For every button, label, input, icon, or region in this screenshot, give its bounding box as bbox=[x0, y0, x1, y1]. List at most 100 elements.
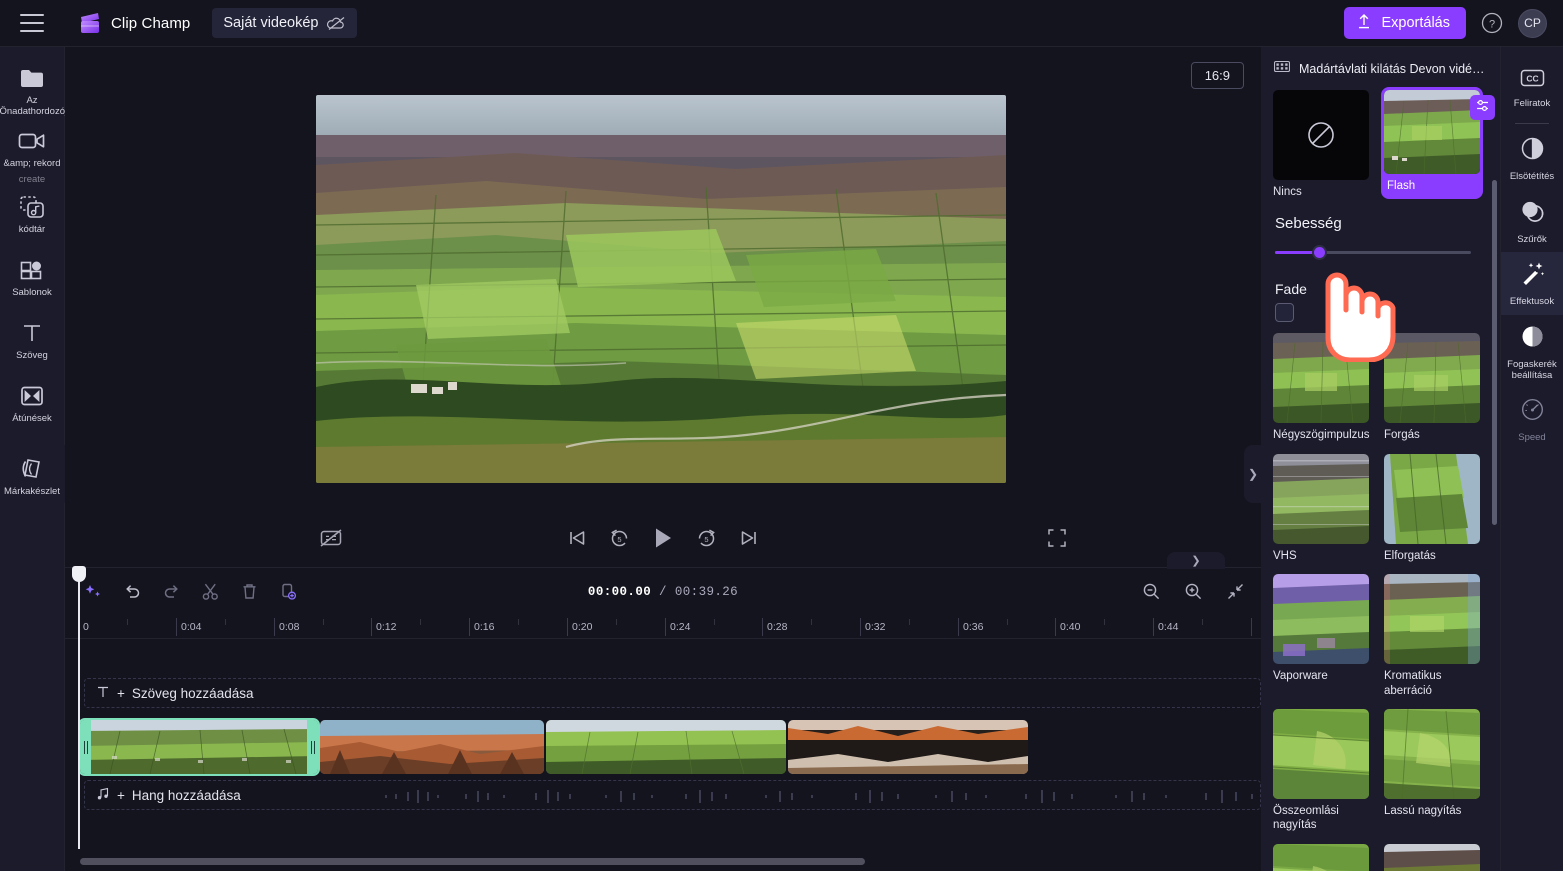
effect-thumb-row5-right bbox=[1384, 843, 1480, 871]
fit-to-screen-icon[interactable] bbox=[1221, 578, 1249, 606]
effect-card-vhs[interactable]: VHS bbox=[1273, 453, 1369, 563]
speed-slider[interactable] bbox=[1275, 245, 1486, 261]
effect-thumb-crash-zoom bbox=[1273, 708, 1369, 799]
timeline-ruler[interactable]: 0 0:04 0:08 0:12 0:16 0:20 0:24 0:28 0:3… bbox=[65, 615, 1261, 639]
effect-card-flash[interactable]: Flash bbox=[1381, 87, 1495, 200]
closed-captions-icon: CC bbox=[1520, 68, 1545, 93]
top-bar-right: Exportálás ? CP bbox=[1344, 7, 1563, 39]
rail-item-filters[interactable]: Szűrők bbox=[1501, 190, 1563, 252]
playhead[interactable] bbox=[72, 566, 86, 849]
rail-label-filters: Szűrők bbox=[1517, 233, 1547, 245]
svg-text:CC: CC bbox=[1526, 74, 1538, 84]
timeline-zoom-controls bbox=[1137, 578, 1249, 606]
effect-card-row5-right[interactable] bbox=[1384, 843, 1480, 871]
chevron-right-icon: ❯ bbox=[1247, 467, 1259, 481]
ruler-label: 0:28 bbox=[767, 621, 788, 633]
rail-item-effects[interactable]: Effektusok bbox=[1500, 252, 1563, 315]
ruler-label: 0:24 bbox=[670, 621, 691, 633]
rail-label-captions: Feliratok bbox=[1513, 98, 1551, 109]
ruler-label: 0:16 bbox=[474, 621, 495, 633]
ruler-label: 0:12 bbox=[376, 621, 397, 633]
timeline-clip-4[interactable] bbox=[788, 720, 1028, 774]
sidebar-item-library[interactable]: kódtár bbox=[0, 186, 65, 249]
film-strip-icon bbox=[1273, 60, 1291, 78]
aspect-ratio-button[interactable]: 16:9 bbox=[1190, 62, 1244, 89]
chevron-down-icon: ❯ bbox=[1191, 555, 1201, 567]
add-text-track[interactable]: + Szöveg hozzáadása bbox=[84, 678, 1261, 708]
fade-checkbox[interactable] bbox=[1275, 303, 1294, 323]
sidebar-item-record-create[interactable]: &amp; rekord create bbox=[0, 120, 65, 186]
fade-label: Fade bbox=[1275, 281, 1307, 298]
video-preview[interactable] bbox=[316, 95, 1006, 483]
media-library-icon bbox=[19, 194, 45, 220]
effect-card-spin[interactable]: Forgás bbox=[1384, 333, 1480, 442]
scrollbar-thumb[interactable] bbox=[80, 858, 865, 865]
svg-text:?: ? bbox=[1489, 18, 1495, 30]
add-audio-track[interactable]: + Hang hozzáadása bbox=[84, 780, 1261, 810]
effect-card-slow-zoom[interactable]: Lassú nagyítás bbox=[1384, 708, 1480, 833]
help-circle-icon[interactable]: ? bbox=[1480, 11, 1504, 35]
timeline-clip-3[interactable] bbox=[546, 720, 786, 774]
rewind-5-icon[interactable]: 5 bbox=[609, 528, 630, 549]
timeline-toolbar: 00:00.00 / 00:39.26 ❯ bbox=[65, 552, 1261, 615]
forward-5-icon[interactable]: 5 bbox=[696, 528, 717, 549]
effect-card-rotate[interactable]: Elforgatás bbox=[1384, 453, 1480, 563]
rail-item-captions[interactable]: CC Feliratok bbox=[1501, 59, 1563, 116]
sidebar-item-media[interactable]: Az Önadathordozója bbox=[0, 57, 72, 120]
project-name-label: Saját videokép bbox=[223, 15, 319, 31]
effect-card-none[interactable]: Nincs bbox=[1273, 90, 1369, 199]
clip-trim-handle-left[interactable] bbox=[80, 720, 91, 774]
timeline-collapse-button[interactable]: ❯ bbox=[1167, 552, 1225, 569]
speed-slider-knob[interactable] bbox=[1312, 245, 1327, 261]
effect-card-vaporware[interactable]: Vaporware bbox=[1273, 574, 1369, 698]
project-name-chip[interactable]: Saját videokép bbox=[212, 8, 357, 38]
skip-to-start-icon[interactable] bbox=[567, 528, 587, 548]
hamburger-icon[interactable] bbox=[20, 14, 44, 32]
effects-panel-scrollbar[interactable] bbox=[1492, 180, 1497, 525]
timeline-horizontal-scrollbar[interactable] bbox=[80, 858, 1260, 865]
folder-icon bbox=[19, 65, 45, 91]
sidebar-item-library-label: kódtár bbox=[18, 223, 46, 235]
sidebar-item-record-label: &amp; rekord bbox=[3, 158, 61, 169]
add-text-label: Szöveg hozzáadása bbox=[131, 685, 254, 701]
rail-label-fade: Elsötétítés bbox=[1509, 171, 1555, 183]
effect-thumb-row5-left bbox=[1273, 843, 1369, 871]
fullscreen-icon[interactable] bbox=[1048, 529, 1066, 547]
rail-divider bbox=[1515, 123, 1549, 125]
preview-stage: 16:9 5 5 ❯ bbox=[65, 47, 1262, 567]
video-track bbox=[78, 718, 1028, 776]
panel-collapse-button[interactable]: ❯ bbox=[1244, 445, 1262, 503]
effect-card-square-pulse[interactable]: Négyszögimpulzus bbox=[1273, 333, 1370, 442]
effect-label-chromatic: Kromatikus aberráció bbox=[1384, 670, 1442, 697]
sidebar-item-transitions[interactable]: Átúnések bbox=[0, 375, 65, 438]
effect-label-slow-zoom: Lassú nagyítás bbox=[1384, 804, 1462, 817]
sidebar-item-transitions-label: Átúnések bbox=[12, 412, 52, 424]
effect-card-chromatic[interactable]: Kromatikus aberráció bbox=[1384, 574, 1480, 698]
effect-thumb-spin bbox=[1384, 333, 1480, 424]
effect-card-crash-zoom[interactable]: Összeomlási nagyítás bbox=[1273, 708, 1369, 833]
effect-label-vaporware: Vaporware bbox=[1273, 670, 1328, 683]
ruler-label: 0 bbox=[83, 621, 89, 633]
effect-settings-button[interactable] bbox=[1470, 95, 1495, 120]
effect-card-row5-left[interactable] bbox=[1273, 843, 1369, 871]
zoom-out-icon[interactable] bbox=[1137, 578, 1165, 606]
rail-item-fade[interactable]: Elsötétítés bbox=[1501, 127, 1563, 189]
sidebar-item-text[interactable]: Szöveg bbox=[0, 312, 65, 375]
avatar[interactable]: CP bbox=[1518, 8, 1547, 38]
player-controls-bar: 5 5 bbox=[65, 512, 1261, 564]
timeline-clip-1[interactable] bbox=[78, 718, 320, 776]
rail-item-adjust[interactable]: Fogaskerék beállítása bbox=[1501, 315, 1563, 389]
play-icon[interactable] bbox=[652, 526, 674, 550]
export-button[interactable]: Exportálás bbox=[1344, 7, 1466, 39]
left-sidebar: Az Önadathordozója &amp; rekord create k… bbox=[0, 47, 81, 871]
sidebar-item-brand-kit[interactable]: Márkakészlet bbox=[0, 448, 65, 511]
text-icon bbox=[96, 685, 110, 702]
zoom-in-icon[interactable] bbox=[1179, 578, 1207, 606]
effect-label-none: Nincs bbox=[1273, 186, 1302, 198]
sidebar-item-templates[interactable]: Sablonok bbox=[0, 249, 65, 312]
rail-item-speed[interactable]: Speed bbox=[1501, 388, 1563, 450]
timeline-clip-2[interactable] bbox=[320, 720, 544, 774]
clip-trim-handle-right[interactable] bbox=[307, 720, 318, 774]
skip-to-end-icon[interactable] bbox=[739, 528, 759, 548]
brand: Clip Champ bbox=[78, 12, 190, 34]
